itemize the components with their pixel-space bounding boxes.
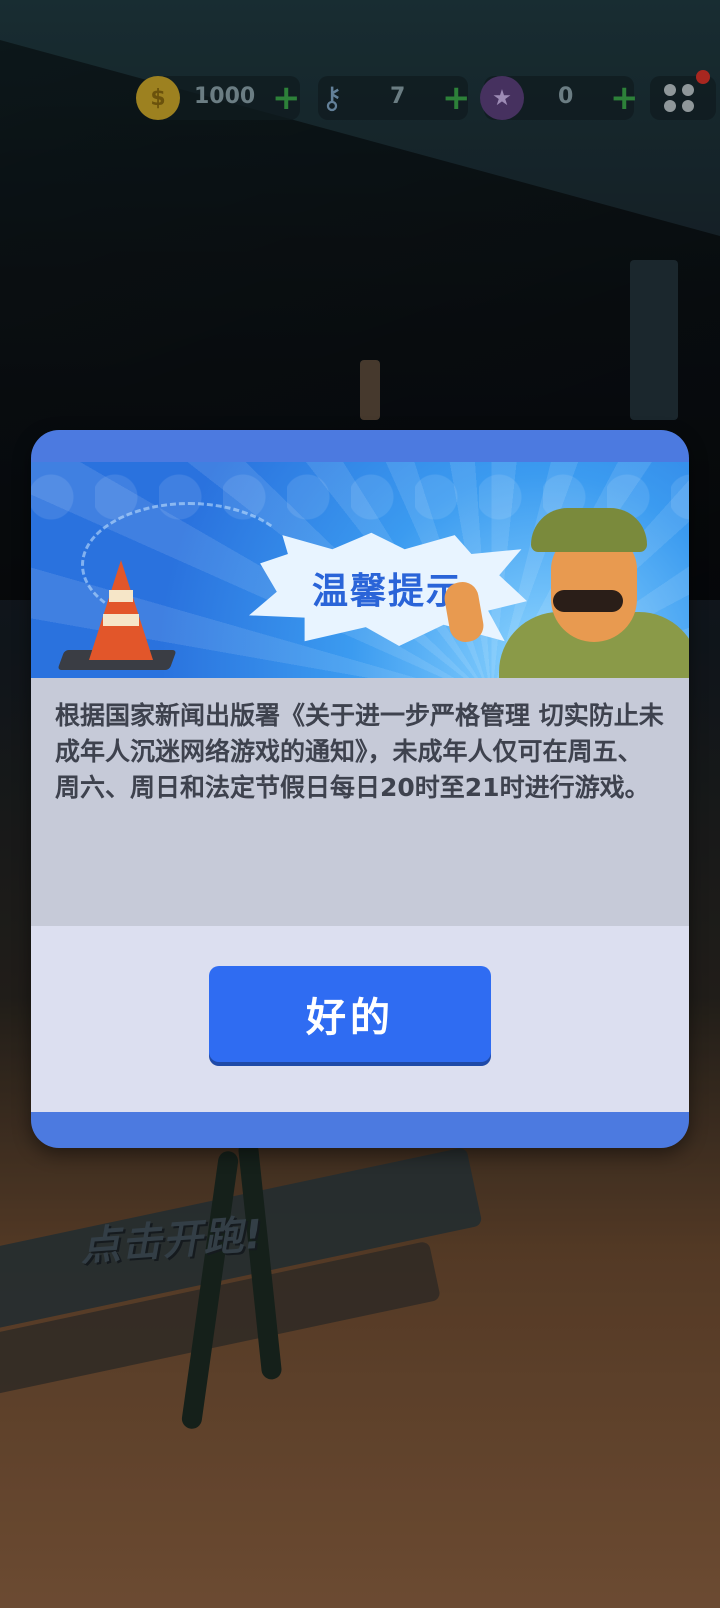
officer-cap (531, 508, 647, 552)
officer-mustache (553, 590, 623, 612)
ok-button[interactable]: 好的 (209, 966, 491, 1062)
cone-stripe (109, 590, 133, 602)
dialog-message: 根据国家新闻出版署《关于进一步严格管理 切实防止未成年人沉迷网络游戏的通知》，未… (55, 701, 664, 802)
cone-stripe (103, 614, 139, 626)
dialog-banner: 温馨提示 (31, 462, 689, 678)
dialog-footer: 好的 (31, 926, 689, 1112)
traffic-cone-icon (89, 560, 153, 660)
dialog-title: 温馨提示 (311, 571, 464, 612)
dialog-content: 根据国家新闻出版署《关于进一步严格管理 切实防止未成年人沉迷网络游戏的通知》，未… (31, 678, 689, 926)
notice-dialog: 温馨提示 根据国家新闻出版署《关于进一步严格管理 切实防止未成年人沉迷网络游戏的… (31, 430, 689, 1148)
